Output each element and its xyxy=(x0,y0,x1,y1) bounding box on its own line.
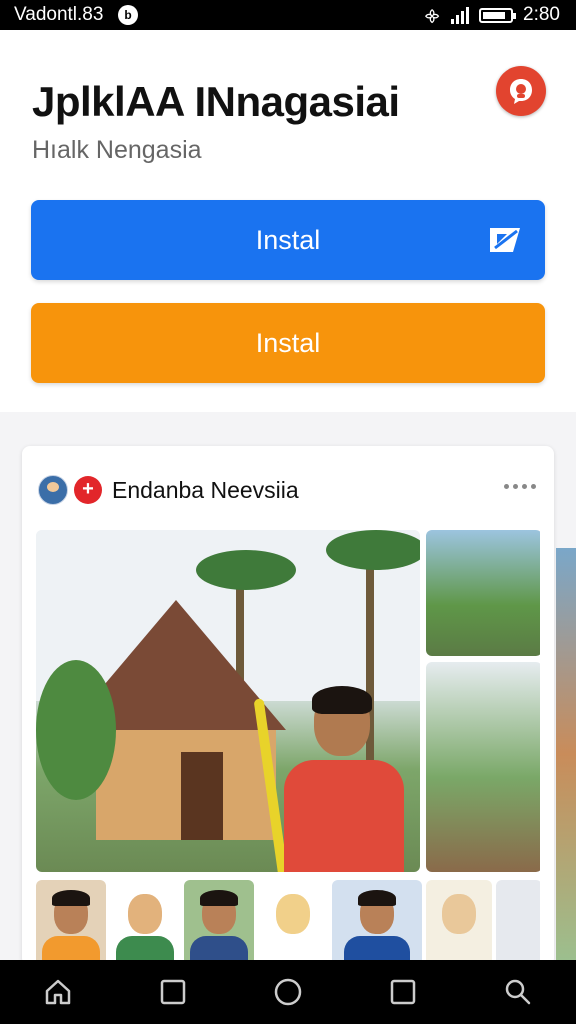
gallery-tile[interactable] xyxy=(426,530,540,656)
gallery-thumb[interactable] xyxy=(110,880,180,966)
app-notification-icon: b xyxy=(118,5,138,25)
status-bar: Vadontl.83 b ᯽ 2:80 xyxy=(0,0,576,30)
card-author-name[interactable]: Endanba Neevsiia xyxy=(112,477,299,504)
gallery-thumb[interactable] xyxy=(426,880,492,966)
app-subtitle: Hıalk Nengasia xyxy=(32,136,202,164)
square-icon[interactable] xyxy=(153,972,193,1012)
send-icon xyxy=(490,228,520,252)
app-title: JplklAA INnagasiai xyxy=(32,78,400,125)
square-icon[interactable] xyxy=(383,972,423,1012)
gallery-thumb[interactable] xyxy=(496,880,540,966)
vibrate-icon: ᯽ xyxy=(423,8,442,25)
avatar[interactable] xyxy=(38,475,68,505)
chat-bubble-icon[interactable] xyxy=(496,66,546,116)
signal-icon xyxy=(451,6,470,24)
status-time: 2:80 xyxy=(523,4,560,25)
card-header: + Endanba Neevsiia xyxy=(38,474,299,506)
gallery-thumb[interactable] xyxy=(184,880,254,966)
circle-icon[interactable] xyxy=(268,972,308,1012)
install-button-secondary-label: Instal xyxy=(255,327,321,358)
gallery-thumb[interactable] xyxy=(332,880,422,966)
next-card-peek xyxy=(556,548,576,960)
post-card: + Endanba Neevsiia xyxy=(22,446,554,966)
gallery-tile[interactable] xyxy=(426,662,540,872)
app-header: JplklAA INnagasiai Hıalk Nengasia Instal… xyxy=(0,30,576,412)
install-button-primary-label: Instal xyxy=(255,224,321,255)
gallery-main-photo[interactable] xyxy=(36,530,420,872)
gallery-person xyxy=(253,686,416,872)
battery-icon xyxy=(479,7,517,23)
install-button-primary[interactable]: Instal xyxy=(31,200,545,280)
gallery-thumb[interactable] xyxy=(36,880,106,966)
search-icon[interactable] xyxy=(498,972,538,1012)
add-icon[interactable]: + xyxy=(74,476,102,504)
photo-gallery xyxy=(36,530,540,966)
more-horizontal-icon[interactable] xyxy=(504,484,536,489)
status-carrier: Vadontl.83 xyxy=(14,4,104,25)
system-nav-bar xyxy=(0,960,576,1024)
gallery-thumb[interactable] xyxy=(258,880,328,966)
install-button-secondary[interactable]: Instal xyxy=(31,303,545,383)
status-right: ᯽ 2:80 xyxy=(423,4,560,26)
home-icon[interactable] xyxy=(38,972,78,1012)
